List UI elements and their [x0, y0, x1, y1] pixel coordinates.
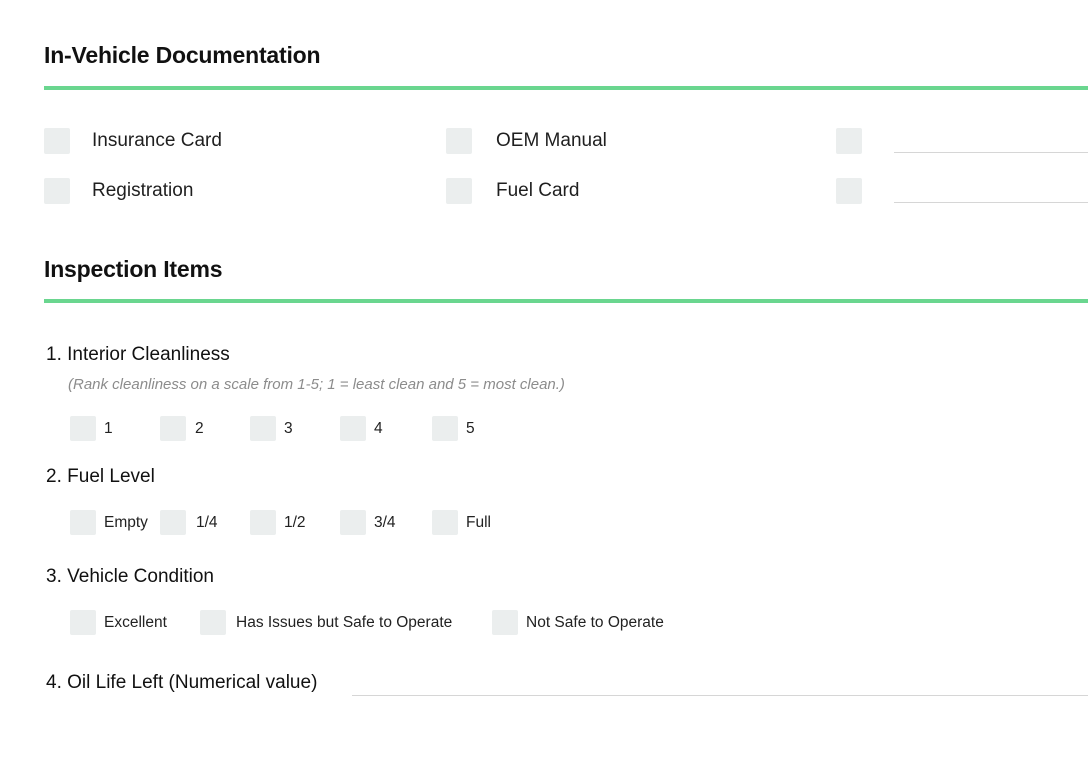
question-3-number: 3.	[46, 566, 62, 587]
checkbox-fuel-three-quarter[interactable]	[340, 510, 366, 535]
checkbox-cleanliness-5[interactable]	[432, 416, 458, 441]
question-3-title: 3. Vehicle Condition	[46, 566, 214, 588]
write-in-field-other-2[interactable]	[894, 202, 1088, 203]
checkbox-cleanliness-1[interactable]	[70, 416, 96, 441]
option-fuel-three-quarter: 3/4	[374, 514, 396, 531]
option-fuel-empty: Empty	[104, 514, 148, 531]
checkbox-fuel-empty[interactable]	[70, 510, 96, 535]
option-condition-excellent: Excellent	[104, 614, 167, 631]
label-fuel-card: Fuel Card	[496, 180, 580, 201]
option-cleanliness-4: 4	[374, 420, 383, 437]
option-cleanliness-5: 5	[466, 420, 475, 437]
checkbox-oem-manual[interactable]	[446, 128, 472, 154]
option-fuel-quarter: 1/4	[196, 514, 218, 531]
option-fuel-full: Full	[466, 514, 491, 531]
option-cleanliness-3: 3	[284, 420, 293, 437]
question-2-label: Fuel Level	[67, 466, 155, 487]
checkbox-fuel-full[interactable]	[432, 510, 458, 535]
question-2-title: 2. Fuel Level	[46, 466, 155, 488]
option-cleanliness-1: 1	[104, 420, 113, 437]
checkbox-condition-excellent[interactable]	[70, 610, 96, 635]
checkbox-registration[interactable]	[44, 178, 70, 204]
option-fuel-half: 1/2	[284, 514, 306, 531]
section-divider-inspection	[44, 299, 1088, 303]
checkbox-insurance-card[interactable]	[44, 128, 70, 154]
checkbox-other-2[interactable]	[836, 178, 862, 204]
question-3-label: Vehicle Condition	[67, 566, 214, 587]
section-divider-documentation	[44, 86, 1088, 90]
option-condition-not-safe: Not Safe to Operate	[526, 614, 664, 631]
checkbox-cleanliness-3[interactable]	[250, 416, 276, 441]
checkbox-cleanliness-4[interactable]	[340, 416, 366, 441]
question-4-title: 4. Oil Life Left (Numerical value)	[46, 672, 317, 694]
option-condition-has-issues: Has Issues but Safe to Operate	[236, 614, 453, 631]
checkbox-condition-has-issues[interactable]	[200, 610, 226, 635]
label-oem-manual: OEM Manual	[496, 130, 607, 151]
question-4-label: Oil Life Left (Numerical value)	[67, 672, 318, 693]
label-insurance-card: Insurance Card	[92, 130, 222, 151]
question-1-title: 1. Interior Cleanliness	[46, 344, 230, 366]
label-registration: Registration	[92, 180, 194, 201]
question-1-number: 1.	[46, 344, 62, 365]
checkbox-fuel-quarter[interactable]	[160, 510, 186, 535]
question-1-label: Interior Cleanliness	[67, 344, 230, 365]
checkbox-condition-not-safe[interactable]	[492, 610, 518, 635]
checkbox-fuel-card[interactable]	[446, 178, 472, 204]
question-1-hint: (Rank cleanliness on a scale from 1-5; 1…	[68, 376, 565, 393]
checkbox-cleanliness-2[interactable]	[160, 416, 186, 441]
write-in-field-other-1[interactable]	[894, 152, 1088, 153]
option-cleanliness-2: 2	[195, 420, 204, 437]
section-heading-documentation: In-Vehicle Documentation	[44, 42, 321, 68]
section-heading-inspection: Inspection Items	[44, 256, 223, 282]
oil-life-input-line[interactable]	[352, 695, 1088, 696]
checkbox-other-1[interactable]	[836, 128, 862, 154]
question-2-number: 2.	[46, 466, 62, 487]
question-4-number: 4.	[46, 672, 62, 693]
checkbox-fuel-half[interactable]	[250, 510, 276, 535]
